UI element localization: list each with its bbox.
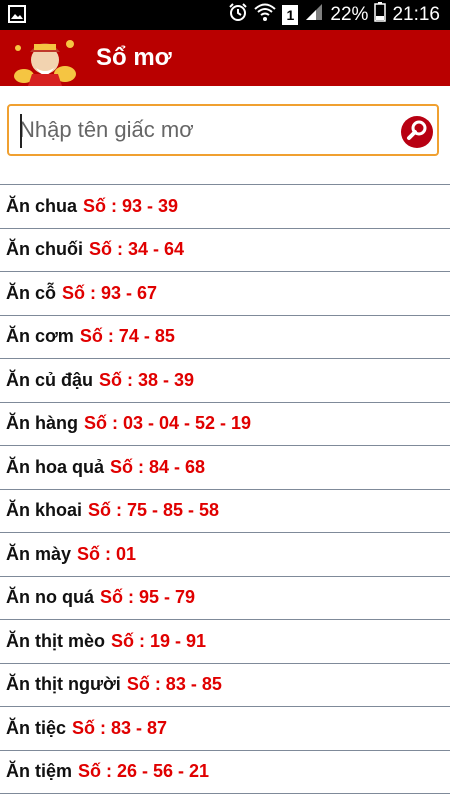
- dream-name: Ăn thịt mèo: [6, 630, 105, 651]
- list-item[interactable]: Ăn tiệc Số : 83 - 87: [0, 707, 450, 751]
- list-item[interactable]: Ăn củ đậu Số : 38 - 39: [0, 359, 450, 403]
- status-bar: 1 22% 21:16: [0, 0, 450, 30]
- dream-name: Ăn thịt người: [6, 674, 121, 695]
- list-item[interactable]: Ăn cỗ Số : 93 - 67: [0, 272, 450, 316]
- dream-name: Ăn chuối: [6, 239, 83, 260]
- dream-numbers: Số : 83 - 87: [72, 717, 168, 738]
- dream-name: Ăn hàng: [6, 413, 78, 434]
- dream-list: Ăn chua Số : 93 - 39 Ăn chuối Số : 34 - 64 Ă…: [0, 184, 450, 794]
- list-item[interactable]: Ăn mày Số : 01: [0, 533, 450, 577]
- list-item[interactable]: Ăn hàng Số : 03 - 04 - 52 - 19: [0, 403, 450, 446]
- text-cursor: [20, 114, 22, 148]
- dream-name: Ăn no quá: [6, 587, 94, 608]
- dream-numbers: Số : 84 - 68: [110, 456, 206, 477]
- wifi-icon: [254, 2, 277, 28]
- app-title: Sổ mơ: [96, 44, 172, 71]
- list-item[interactable]: Ăn khoai Số : 75 - 85 - 58: [0, 490, 450, 533]
- dream-numbers: Số : 34 - 64: [89, 239, 185, 260]
- list-item[interactable]: Ăn chua Số : 93 - 39: [0, 185, 450, 229]
- battery-percent: 22%: [330, 4, 369, 25]
- list-item[interactable]: Ăn thịt người Số : 83 - 85: [0, 664, 450, 707]
- dream-name: Ăn củ đậu: [6, 369, 94, 390]
- dream-name: Ăn tiệm: [6, 761, 73, 782]
- battery-icon: [374, 2, 387, 28]
- dream-numbers: Số : 93 - 39: [83, 195, 179, 216]
- search-box[interactable]: [7, 104, 439, 156]
- dream-name: Ăn mày: [6, 543, 72, 564]
- app-logo: [10, 30, 80, 86]
- dream-numbers: Số : 93 - 67: [62, 282, 158, 303]
- search-icon: [406, 119, 428, 146]
- dream-numbers: Số : 03 - 04 - 52 - 19: [84, 413, 252, 434]
- list-item[interactable]: Ăn chuối Số : 34 - 64: [0, 229, 450, 272]
- list-item[interactable]: Ăn no quá Số : 95 - 79: [0, 577, 450, 620]
- dream-numbers: Số : 83 - 85: [126, 674, 222, 695]
- dream-name: Ăn khoai: [6, 500, 83, 521]
- list-item[interactable]: Ăn cơm Số : 74 - 85: [0, 316, 450, 359]
- alarm-icon: [228, 2, 248, 28]
- list-item[interactable]: Ăn tiệm Số : 26 - 56 - 21: [0, 751, 450, 794]
- dream-numbers: Số : 74 - 85: [79, 326, 175, 347]
- sim-badge: 1: [282, 5, 299, 25]
- list-item[interactable]: Ăn thịt mèo Số : 19 - 91: [0, 620, 450, 664]
- search-button[interactable]: [401, 116, 433, 148]
- dream-numbers: Số : 26 - 56 - 21: [78, 761, 210, 782]
- gallery-icon: [8, 5, 26, 29]
- dream-numbers: Số : 01: [77, 543, 137, 564]
- list-item[interactable]: Ăn hoa quả Số : 84 - 68: [0, 446, 450, 490]
- app-bar: Sổ mơ: [0, 30, 450, 86]
- dream-numbers: Số : 95 - 79: [100, 587, 196, 608]
- dream-name: Ăn tiệc: [6, 717, 67, 738]
- dream-numbers: Số : 75 - 85 - 58: [88, 500, 220, 521]
- search-input[interactable]: [19, 112, 389, 148]
- clock: 21:16: [392, 4, 440, 25]
- dream-numbers: Số : 19 - 91: [111, 630, 207, 651]
- dream-name: Ăn cỗ: [6, 282, 57, 303]
- signal-icon: [304, 2, 324, 28]
- dream-name: Ăn cơm: [6, 326, 74, 347]
- dream-name: Ăn chua: [6, 195, 78, 216]
- dream-numbers: Số : 38 - 39: [99, 369, 195, 390]
- dream-name: Ăn hoa quả: [6, 456, 104, 477]
